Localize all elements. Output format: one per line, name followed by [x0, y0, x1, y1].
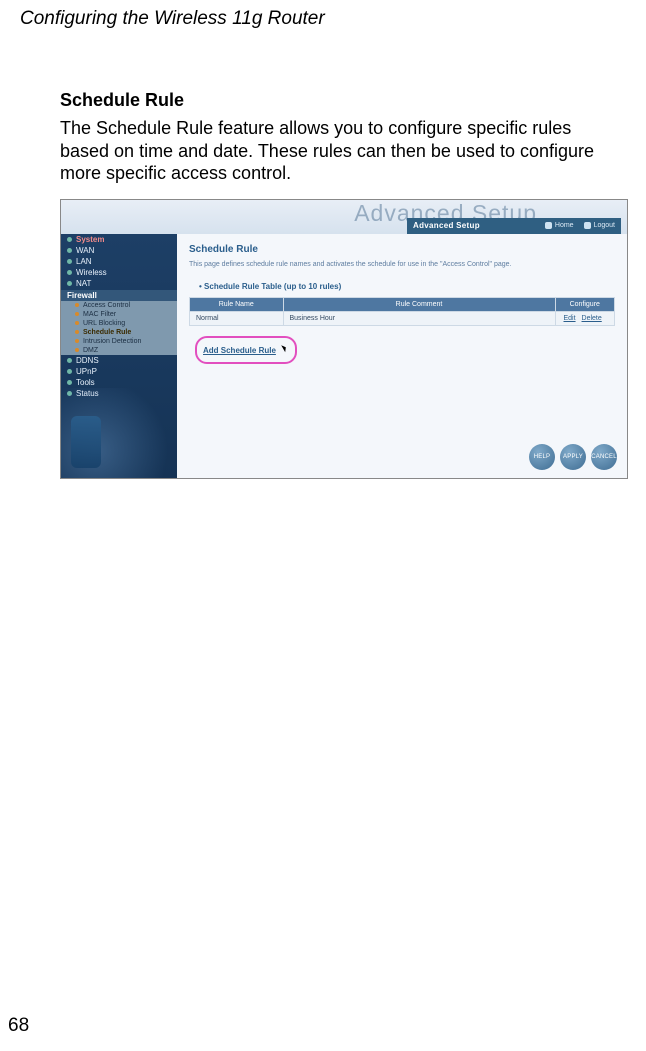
logout-link[interactable]: Logout	[584, 222, 615, 229]
sidebar-sub-mac-filter[interactable]: MAC Filter	[61, 310, 177, 319]
sidebar-sub-label: URL Blocking	[83, 320, 125, 327]
sidebar-item-tools[interactable]: Tools	[61, 377, 177, 388]
bullet-icon	[67, 369, 72, 374]
add-schedule-rule-highlight: Add Schedule Rule	[195, 336, 297, 364]
content-desc: This page defines schedule rule names an…	[189, 261, 615, 268]
document-page: Configuring the Wireless 11g Router Sche…	[0, 0, 646, 1051]
sidebar-sub-label: DMZ	[83, 347, 98, 354]
cursor-icon	[282, 344, 289, 353]
sidebar-item-ddns[interactable]: DDNS	[61, 355, 177, 366]
body-block: Schedule Rule The Schedule Rule feature …	[60, 90, 620, 479]
running-head: Configuring the Wireless 11g Router	[20, 8, 626, 30]
bullet-icon	[67, 259, 72, 264]
col-rule-name: Rule Name	[190, 297, 284, 311]
sidebar-label: UPnP	[76, 367, 97, 376]
home-icon	[545, 222, 552, 229]
sidebar-sub-label: Schedule Rule	[83, 329, 131, 336]
sidebar-figure-art	[71, 416, 101, 468]
sidebar-sub-dmz[interactable]: DMZ	[61, 346, 177, 355]
sidebar-sub-url-blocking[interactable]: URL Blocking	[61, 319, 177, 328]
sidebar-sub-access-control[interactable]: Access Control	[61, 301, 177, 310]
cell-rule-name: Normal	[190, 311, 284, 325]
bullet-icon	[67, 248, 72, 253]
delete-link[interactable]: Delete	[582, 315, 602, 322]
logout-label: Logout	[594, 222, 615, 229]
table-row: Normal Business Hour Edit Delete	[190, 311, 615, 325]
dot-icon	[75, 339, 79, 343]
dot-icon	[75, 348, 79, 352]
router-sidebar: System WAN LAN Wireless NAT Firewall Acc…	[61, 234, 177, 478]
home-label: Home	[555, 222, 574, 229]
dot-icon	[75, 330, 79, 334]
router-content: Schedule Rule This page defines schedule…	[177, 234, 627, 478]
sidebar-label: WAN	[76, 246, 94, 255]
sidebar-label: Tools	[76, 378, 95, 387]
content-heading: Schedule Rule	[189, 244, 615, 255]
sidebar-item-wireless[interactable]: Wireless	[61, 267, 177, 278]
sidebar-group-firewall[interactable]: Firewall	[61, 290, 177, 301]
tabbar-title: Advanced Setup	[413, 221, 535, 230]
bullet-icon	[67, 270, 72, 275]
section-title: Schedule Rule	[60, 90, 620, 111]
dot-icon	[75, 321, 79, 325]
router-screenshot: Advanced Setup Advanced Setup Home Logou…	[60, 199, 628, 479]
bullet-icon	[67, 358, 72, 363]
col-rule-comment: Rule Comment	[283, 297, 555, 311]
help-button[interactable]: HELP	[529, 444, 555, 470]
sidebar-sub-label: MAC Filter	[83, 311, 116, 318]
table-caption: Schedule Rule Table (up to 10 rules)	[199, 282, 615, 291]
sidebar-label: System	[76, 235, 104, 244]
sidebar-item-lan[interactable]: LAN	[61, 256, 177, 267]
add-schedule-rule-link[interactable]: Add Schedule Rule	[203, 346, 276, 355]
sidebar-label: DDNS	[76, 356, 99, 365]
sidebar-sub-schedule-rule[interactable]: Schedule Rule	[61, 328, 177, 337]
bullet-icon	[67, 237, 72, 242]
sidebar-label: NAT	[76, 279, 91, 288]
cancel-button[interactable]: CANCEL	[591, 444, 617, 470]
router-top-band: Advanced Setup Advanced Setup Home Logou…	[61, 200, 627, 234]
router-footer-buttons: HELP APPLY CANCEL	[529, 444, 617, 470]
sidebar-sub-intrusion-detection[interactable]: Intrusion Detection	[61, 337, 177, 346]
sidebar-item-system[interactable]: System	[61, 234, 177, 245]
home-link[interactable]: Home	[545, 222, 574, 229]
dot-icon	[75, 312, 79, 316]
sidebar-item-nat[interactable]: NAT	[61, 278, 177, 289]
page-number: 68	[8, 1015, 29, 1037]
col-configure: Configure	[555, 297, 615, 311]
bullet-icon	[67, 281, 72, 286]
router-tabbar: Advanced Setup Home Logout	[407, 218, 621, 234]
dot-icon	[75, 303, 79, 307]
apply-button[interactable]: APPLY	[560, 444, 586, 470]
sidebar-item-upnp[interactable]: UPnP	[61, 366, 177, 377]
table-header-row: Rule Name Rule Comment Configure	[190, 297, 615, 311]
section-paragraph: The Schedule Rule feature allows you to …	[60, 117, 620, 185]
sidebar-sub-label: Intrusion Detection	[83, 338, 141, 345]
cell-rule-comment: Business Hour	[283, 311, 555, 325]
cell-configure: Edit Delete	[555, 311, 615, 325]
edit-link[interactable]: Edit	[564, 315, 576, 322]
schedule-rule-table: Rule Name Rule Comment Configure Normal …	[189, 297, 615, 326]
sidebar-sub-label: Access Control	[83, 302, 130, 309]
bullet-icon	[67, 380, 72, 385]
sidebar-label: Wireless	[76, 268, 107, 277]
sidebar-item-wan[interactable]: WAN	[61, 245, 177, 256]
logout-icon	[584, 222, 591, 229]
sidebar-label: LAN	[76, 257, 92, 266]
